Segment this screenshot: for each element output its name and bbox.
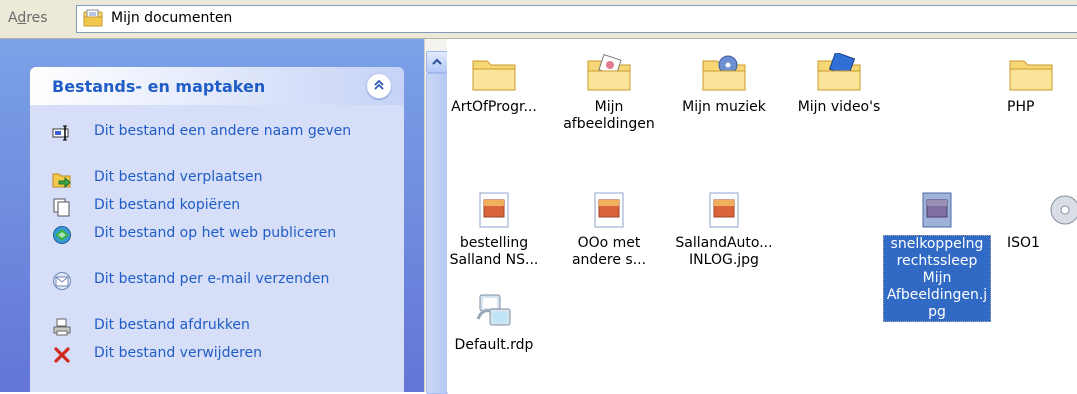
email-icon [53,272,71,290]
print-icon [53,318,71,336]
vertical-scrollbar[interactable] [424,39,448,394]
address-label: Adres [8,10,48,26]
chevron-up-icon [374,79,384,90]
arrow-up-icon [432,58,442,65]
file-list: ArtOfProgr... Mijn afbeeldingen Mijn muz… [447,39,1077,392]
my-documents-icon [83,9,103,27]
scroll-thumb[interactable] [426,73,448,394]
publish-web-icon [53,226,71,244]
address-location: Mijn documenten [111,10,233,26]
file-tasks-header[interactable]: Bestands- en maptaken [30,67,404,105]
collapse-button[interactable] [366,73,392,99]
file-item[interactable]: Mijn muziek [669,53,779,116]
file-tasks-body: Dit bestand een andere naam geven Dit be… [30,105,404,392]
task-pane: Bestands- en maptaken Dit bestand een an… [0,39,424,392]
address-field[interactable]: Mijn documenten [76,5,1077,33]
music-folder-icon [702,55,746,91]
rename-icon [52,125,69,141]
image-file-icon [594,192,624,228]
folder-icon [1009,60,1053,91]
file-item[interactable]: SallandAuto... INLOG.jpg [669,191,779,269]
file-item[interactable]: ISO1 [1007,191,1077,252]
disc-image-icon [1050,195,1077,225]
move-icon [52,173,71,189]
image-file-icon [922,192,952,228]
remote-desktop-icon [476,294,511,326]
file-item[interactable]: OOo met andere s... [554,191,664,269]
file-item[interactable]: PHP [1007,53,1077,116]
file-item[interactable]: bestelling Salland NS... [447,191,549,269]
pictures-folder-icon [587,53,631,91]
image-file-icon [479,192,509,228]
address-bar: Adres Mijn documenten [0,0,1077,39]
file-tasks-title: Bestands- en maptaken [52,77,266,96]
file-item[interactable]: ArtOfProgr... [447,53,549,116]
file-item-selected[interactable]: snelkoppelng rechtssleep Mijn Afbeelding… [879,191,995,322]
file-item[interactable]: Mijn video's [784,53,894,116]
file-item[interactable]: Mijn afbeeldingen [554,53,664,133]
copy-icon [53,198,70,217]
image-file-icon [709,192,739,228]
scroll-up-button[interactable] [426,51,448,73]
videos-folder-icon [817,53,861,91]
file-item[interactable]: Default.rdp [447,291,549,354]
folder-icon [472,60,516,91]
delete-icon [54,347,70,363]
